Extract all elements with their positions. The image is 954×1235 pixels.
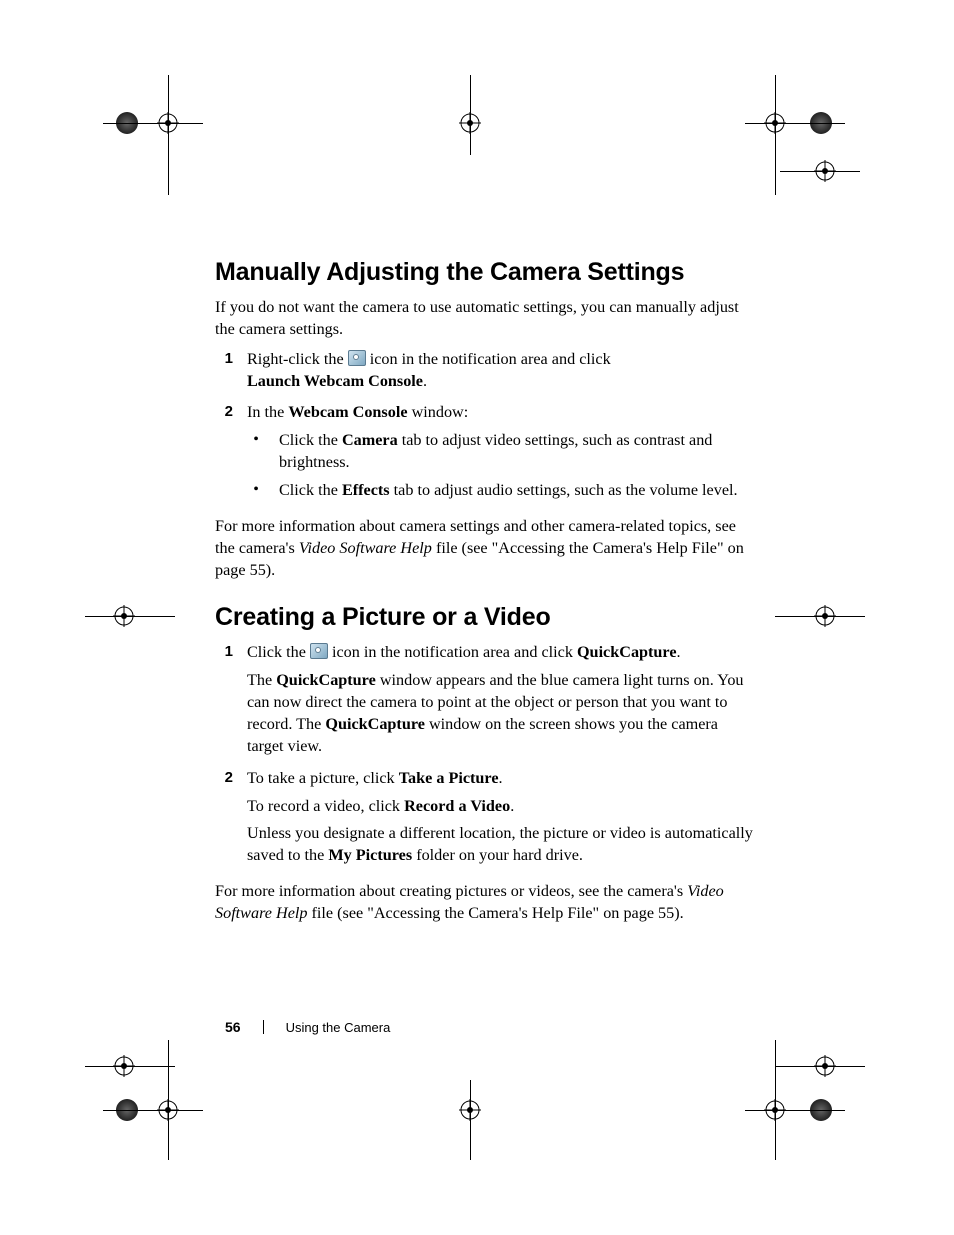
step-number: 2 <box>215 402 233 507</box>
step-item: 2 In the Webcam Console window: • Click … <box>215 402 755 507</box>
crop-dot-icon <box>810 1099 832 1121</box>
step-number: 2 <box>215 768 233 873</box>
crop-line <box>745 1110 845 1111</box>
step-item: 1 Right-click the icon in the notificati… <box>215 349 755 399</box>
crop-line <box>470 1080 471 1160</box>
registration-mark-icon <box>814 160 836 182</box>
crop-line <box>85 1066 175 1067</box>
page-footer: 56 Using the Camera <box>225 1019 390 1035</box>
doc-title: Video Software Help <box>299 539 432 557</box>
ui-label: Record a Video <box>404 797 510 815</box>
step-number: 1 <box>215 349 233 399</box>
registration-mark-icon <box>113 1055 135 1077</box>
step-text: folder on your hard drive. <box>412 846 583 864</box>
registration-mark-icon <box>459 112 481 134</box>
ui-label: Take a Picture <box>399 769 499 787</box>
bullet-text: Click the <box>279 431 342 449</box>
ui-label: My Pictures <box>328 846 412 864</box>
bullet-text: Click the <box>279 481 342 499</box>
registration-mark-icon <box>814 1055 836 1077</box>
bullet-item: • Click the Effects tab to adjust audio … <box>247 480 755 502</box>
intro-paragraph: If you do not want the camera to use aut… <box>215 297 755 341</box>
crop-line <box>168 1040 169 1160</box>
heading-manual-adjust: Manually Adjusting the Camera Settings <box>215 258 755 287</box>
ui-label: Webcam Console <box>288 403 407 421</box>
footer-divider-icon <box>263 1020 264 1034</box>
registration-mark-icon <box>814 605 836 627</box>
registration-mark-icon <box>113 605 135 627</box>
step-text: The <box>247 671 276 689</box>
bullet-list: • Click the Camera tab to adjust video s… <box>247 430 755 502</box>
heading-create-picture-video: Creating a Picture or a Video <box>215 603 755 632</box>
steps-list: 1 Right-click the icon in the notificati… <box>215 349 755 508</box>
bullet-icon: • <box>247 430 265 474</box>
more-info-paragraph: For more information about camera settin… <box>215 516 755 582</box>
crop-line <box>775 1040 776 1160</box>
page-content: Manually Adjusting the Camera Settings I… <box>215 258 755 933</box>
punct: . <box>677 643 681 661</box>
crop-line <box>103 1110 203 1111</box>
ui-label: QuickCapture <box>276 671 376 689</box>
ui-label: Camera <box>342 431 398 449</box>
bullet-text: tab to adjust audio settings, such as th… <box>390 481 738 499</box>
ui-label: Launch Webcam Console <box>247 372 423 390</box>
crop-dot-icon <box>116 1099 138 1121</box>
step-text: Right-click the <box>247 350 348 368</box>
registration-mark-icon <box>157 112 179 134</box>
crop-line <box>775 1066 865 1067</box>
crop-line <box>775 616 865 617</box>
crop-line <box>168 75 169 195</box>
crop-dot-icon <box>116 112 138 134</box>
crop-line <box>103 123 203 124</box>
bullet-item: • Click the Camera tab to adjust video s… <box>247 430 755 474</box>
crop-line <box>780 171 860 172</box>
bullet-icon: • <box>247 480 265 502</box>
webcam-tray-icon <box>310 643 328 659</box>
crop-line <box>775 75 776 195</box>
section-title: Using the Camera <box>286 1020 391 1035</box>
punct: . <box>510 797 514 815</box>
ui-label: QuickCapture <box>325 715 425 733</box>
ui-label: Effects <box>342 481 390 499</box>
steps-list: 1 Click the icon in the notification are… <box>215 642 755 873</box>
step-text: icon in the notification area and click <box>332 643 577 661</box>
punct: . <box>499 769 503 787</box>
crop-line <box>470 75 471 155</box>
step-text: In the <box>247 403 288 421</box>
step-text: window: <box>408 403 469 421</box>
step-text: To record a video, click <box>247 797 404 815</box>
more-info-paragraph: For more information about creating pict… <box>215 881 755 925</box>
crop-line <box>745 123 845 124</box>
step-item: 2 To take a picture, click Take a Pictur… <box>215 768 755 873</box>
crop-line <box>85 616 175 617</box>
registration-mark-icon <box>157 1099 179 1121</box>
step-text: Click the <box>247 643 310 661</box>
webcam-tray-icon <box>348 350 366 366</box>
punct: . <box>423 372 427 390</box>
text: file (see "Accessing the Camera's Help F… <box>307 904 683 922</box>
page-number: 56 <box>225 1019 241 1035</box>
ui-label: QuickCapture <box>577 643 677 661</box>
registration-mark-icon <box>459 1099 481 1121</box>
step-text: To take a picture, click <box>247 769 399 787</box>
text: For more information about creating pict… <box>215 882 687 900</box>
step-item: 1 Click the icon in the notification are… <box>215 642 755 763</box>
step-text: icon in the notification area and click <box>370 350 611 368</box>
crop-dot-icon <box>810 112 832 134</box>
registration-mark-icon <box>764 112 786 134</box>
step-number: 1 <box>215 642 233 763</box>
registration-mark-icon <box>764 1099 786 1121</box>
